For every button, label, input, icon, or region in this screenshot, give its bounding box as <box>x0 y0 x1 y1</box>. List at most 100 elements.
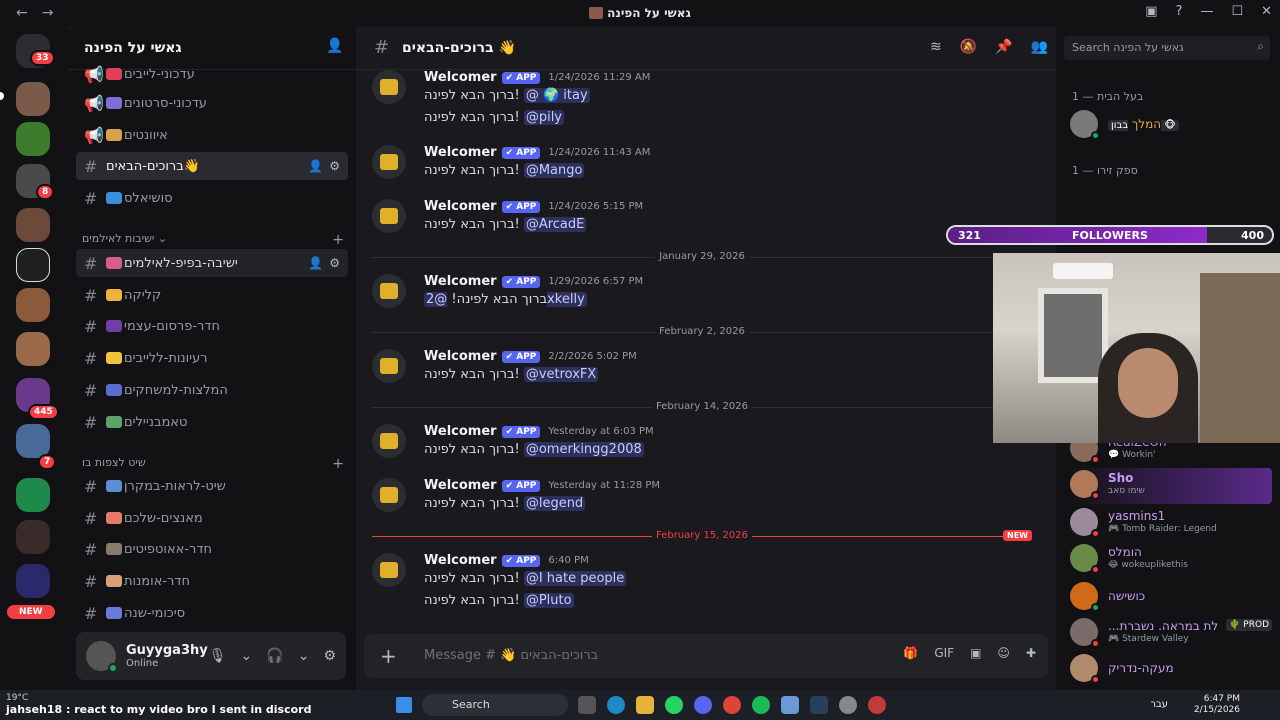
gif-icon[interactable]: GIF <box>934 646 954 660</box>
bot-avatar[interactable] <box>372 274 406 308</box>
channel-item[interactable]: # סיכומי-שנה <box>76 599 348 627</box>
gift-icon[interactable]: 🎁 <box>903 646 918 660</box>
gear-icon[interactable]: ⚙ <box>329 159 340 173</box>
channel-item[interactable]: # חדר-אומנות <box>76 567 348 595</box>
bot-avatar[interactable] <box>372 424 406 458</box>
message-input[interactable]: Message # 👋 ברוכים-הבאים <box>424 648 598 663</box>
server-icon-12[interactable] <box>16 564 50 598</box>
author-name[interactable]: Welcomer <box>424 553 497 568</box>
discord-icon[interactable] <box>694 696 712 714</box>
obs-icon[interactable] <box>868 696 886 714</box>
gear-icon[interactable]: ⚙ <box>323 648 336 664</box>
category-header[interactable]: שיט לצפות בו + <box>82 456 344 472</box>
avatar[interactable] <box>86 641 118 673</box>
bot-avatar[interactable] <box>372 145 406 179</box>
message-composer[interactable]: + Message # 👋 ברוכים-הבאים 🎁 GIF ▣ ☺ ✚ <box>364 634 1048 678</box>
member-item[interactable]: המלך בבון 🐵 <box>1068 108 1272 144</box>
channel-item[interactable]: 📢 עדכוני-לייבים <box>76 60 348 88</box>
member-item[interactable]: Sho שימו סאב <box>1068 468 1272 504</box>
weather-widget[interactable]: 19°C <box>6 693 28 703</box>
taskbar-search[interactable]: Search <box>422 694 568 716</box>
whatsapp-icon[interactable] <box>665 696 683 714</box>
mention[interactable]: @vetroxFX <box>523 367 599 382</box>
add-channel-icon[interactable]: + <box>332 232 344 248</box>
author-name[interactable]: Welcomer <box>424 199 497 214</box>
clock[interactable]: 6:47 PM 2/15/2026 <box>1194 694 1240 716</box>
server-icon-11[interactable] <box>16 520 50 554</box>
mention[interactable]: @Mango <box>523 163 585 178</box>
mute-bell-icon[interactable]: 🔕 <box>960 39 977 55</box>
search-input[interactable]: Search גאשי על הפינה ⌕ <box>1064 36 1270 60</box>
chrome-icon[interactable] <box>723 696 741 714</box>
language-indicator[interactable]: עבר <box>1150 699 1168 710</box>
task-view-icon[interactable] <box>578 696 596 714</box>
members-icon[interactable]: 👥 <box>1031 39 1048 55</box>
mention[interactable]: @ 🌍 itay <box>523 88 590 103</box>
member-item[interactable]: ...לת במראה. נשברת 🌵 PROD 🎮 Stardew Vall… <box>1068 616 1272 652</box>
mention[interactable]: @Pluto <box>523 593 574 608</box>
mention[interactable]: @ArcadE <box>523 217 587 232</box>
chevron-down-icon[interactable]: ⌄ <box>241 648 253 664</box>
steam-icon[interactable] <box>810 696 828 714</box>
microphone-icon[interactable]: 🎙 <box>209 648 227 664</box>
server-icon-9[interactable] <box>16 424 50 458</box>
channel-item[interactable]: # שיט-לראות-במקרן <box>76 472 348 500</box>
server-icon-7[interactable] <box>16 332 50 366</box>
server-icon-2[interactable] <box>16 122 50 156</box>
pin-icon[interactable]: 📌 <box>995 39 1012 55</box>
channel-item[interactable]: # המלצות-למשחקים <box>76 376 348 404</box>
edge-icon[interactable] <box>607 696 625 714</box>
server-icon-5[interactable] <box>16 248 50 282</box>
channel-item[interactable]: # רעיונות-ללייבים <box>76 344 348 372</box>
bot-avatar[interactable] <box>372 478 406 512</box>
author-name[interactable]: Welcomer <box>424 349 497 364</box>
server-icon-10[interactable] <box>16 478 50 512</box>
bot-avatar[interactable] <box>372 349 406 383</box>
author-name[interactable]: Welcomer <box>424 70 497 85</box>
mention[interactable]: @legend <box>523 496 586 511</box>
gear-icon[interactable]: ⚙ <box>329 256 340 270</box>
author-name[interactable]: Welcomer <box>424 145 497 160</box>
help-icon[interactable]: ? <box>1176 4 1183 19</box>
mention[interactable]: @I hate people <box>523 571 627 586</box>
minimize-button[interactable]: — <box>1200 4 1213 19</box>
mention[interactable]: @omerkingg2008 <box>523 442 644 457</box>
member-item[interactable]: כושישה <box>1068 580 1272 616</box>
member-item[interactable]: yasmins1 🎮 Tomb Raider: Legend <box>1068 506 1272 542</box>
member-item[interactable]: הומלס 😂 wokeuplikethis <box>1068 542 1272 578</box>
author-name[interactable]: Welcomer <box>424 424 497 439</box>
category-header[interactable]: ישיבות לאילמים ⌄ + <box>82 232 344 248</box>
bot-avatar[interactable] <box>372 70 406 104</box>
threads-icon[interactable]: ≋ <box>930 39 942 55</box>
bot-avatar[interactable] <box>372 553 406 587</box>
invite-icon[interactable]: 👤 <box>308 256 323 270</box>
chevron-down-icon[interactable]: ⌄ <box>298 648 310 664</box>
inbox-icon[interactable]: ▣ <box>1145 4 1157 19</box>
server-icon-6[interactable] <box>16 288 50 322</box>
apps-icon[interactable]: ✚ <box>1026 646 1036 660</box>
maximize-button[interactable]: ☐ <box>1231 4 1243 19</box>
channel-item[interactable]: # סושיאלס <box>76 184 348 212</box>
add-channel-icon[interactable]: + <box>332 456 344 472</box>
channel-item[interactable]: # חדר-אאוטפיטים <box>76 535 348 563</box>
member-item[interactable]: מעקה-נדריק <box>1068 652 1272 688</box>
server-icon-4[interactable] <box>16 208 50 242</box>
channel-item[interactable]: # מאנצים-שלכם <box>76 504 348 532</box>
attach-plus-icon[interactable]: + <box>380 644 397 668</box>
invite-icon[interactable]: 👤 <box>308 159 323 173</box>
channel-item[interactable]: # טאמבניילים <box>76 408 348 436</box>
channel-item[interactable]: # קליקה <box>76 281 348 309</box>
close-button[interactable]: ✕ <box>1261 4 1272 19</box>
sticker-icon[interactable]: ▣ <box>970 646 981 660</box>
channel-item[interactable]: 📢 איוונטים <box>76 121 348 149</box>
windows-start-icon[interactable] <box>396 697 412 713</box>
channel-item[interactable]: # חדר-פרסום-עצמי <box>76 312 348 340</box>
notepad-icon[interactable] <box>781 696 799 714</box>
headphones-icon[interactable]: 🎧 <box>266 648 283 664</box>
emoji-icon[interactable]: ☺ <box>997 646 1010 660</box>
mention[interactable]: @pily <box>523 110 564 125</box>
author-name[interactable]: Welcomer <box>424 478 497 493</box>
bot-avatar[interactable] <box>372 199 406 233</box>
settings-icon[interactable] <box>839 696 857 714</box>
server-icon-1[interactable] <box>16 82 50 116</box>
